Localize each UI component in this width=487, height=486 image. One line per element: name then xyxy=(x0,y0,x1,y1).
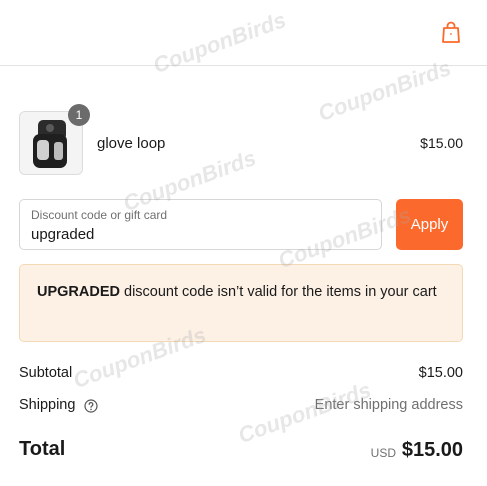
product-price: $15.00 xyxy=(420,135,463,151)
discount-code-input[interactable] xyxy=(31,224,361,244)
cart-line-item: 1 glove loop $15.00 xyxy=(19,104,463,175)
currency-code: USD xyxy=(370,446,396,460)
quantity-badge: 1 xyxy=(68,104,90,126)
shipping-label: Shipping xyxy=(19,397,76,413)
product-name: glove loop xyxy=(97,135,166,152)
shipping-value: Enter shipping address xyxy=(314,397,463,413)
subtotal-label: Subtotal xyxy=(19,365,73,381)
total-value: $15.00 xyxy=(401,439,463,461)
subtotal-value: $15.00 xyxy=(418,365,463,381)
shopping-bag-icon[interactable] xyxy=(440,20,462,44)
watermark: CouponBirds xyxy=(234,376,375,449)
discount-field-label: Discount code or gift card xyxy=(31,208,168,222)
discount-code-field[interactable]: Discount code or gift card xyxy=(19,199,382,250)
discount-error-message: UPGRADED discount code isn’t valid for t… xyxy=(19,264,463,342)
checkout-header xyxy=(0,0,487,66)
question-circle-icon[interactable] xyxy=(84,399,98,413)
apply-discount-button[interactable]: Apply xyxy=(396,199,463,250)
total-label: Total xyxy=(19,438,66,460)
error-message-text: discount code isn’t valid for the items … xyxy=(119,284,437,300)
error-discount-code: UPGRADED xyxy=(37,284,120,300)
